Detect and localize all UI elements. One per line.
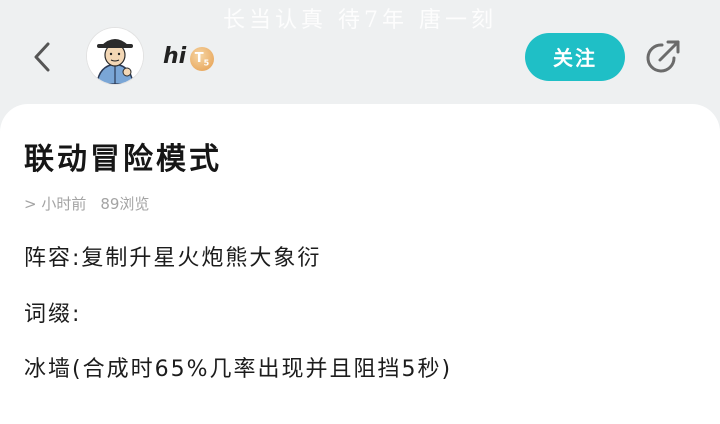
back-button[interactable] bbox=[28, 40, 56, 74]
post-line-affix-label: 词缀: bbox=[24, 302, 82, 327]
follow-button[interactable]: 关注 bbox=[525, 33, 625, 81]
chevron-left-icon bbox=[34, 42, 50, 72]
post-views: 89浏览 bbox=[100, 195, 150, 213]
level-badge-letter: T bbox=[194, 51, 204, 66]
top-bar: hi T5 关注 bbox=[0, 0, 720, 110]
level-badge-icon: T5 bbox=[190, 47, 214, 71]
level-badge-number: 5 bbox=[203, 58, 210, 68]
share-arrow-icon bbox=[646, 40, 680, 73]
post-line-lineup: 阵容:复制升星火炮熊大象衍 bbox=[24, 246, 322, 271]
avatar-portrait-icon bbox=[87, 28, 143, 84]
post-time: > 小时前 bbox=[24, 195, 87, 213]
share-button[interactable] bbox=[642, 36, 684, 78]
post-meta: > 小时前 89浏览 bbox=[24, 193, 149, 214]
username[interactable]: hi bbox=[163, 44, 186, 69]
post-line-affix-detail: 冰墙(合成时65%几率出现并且阻挡5秒) bbox=[24, 357, 453, 382]
post-title: 联动冒险模式 bbox=[24, 142, 222, 177]
avatar[interactable] bbox=[87, 28, 143, 84]
